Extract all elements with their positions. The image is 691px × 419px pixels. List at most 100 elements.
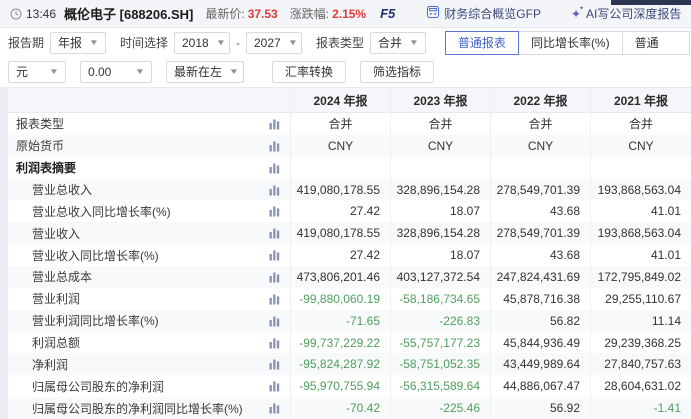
background-window-edge [611, 0, 691, 5]
cell-2023 [390, 157, 490, 179]
bar-chart-icon[interactable] [269, 228, 280, 239]
financial-table: 2024 年报 2023 年报 2022 年报 2021 年报 报表类型 合并 … [8, 87, 691, 419]
cell-2023: -58,186,734.65 [390, 288, 490, 310]
table-row: 归属母公司股东的净利润同比增长率(%) -70.42 -225.46 56.92… [8, 397, 691, 419]
unit-select[interactable]: 元▼ [8, 61, 66, 83]
cell-2021: 193,868,563.04 [590, 179, 691, 201]
row-label: 营业总收入 [32, 181, 92, 198]
ai-report-link[interactable]: ✦✦ AI写公司深度报告 [571, 5, 681, 22]
table-row: 净利润 -95,824,287.92 -58,751,052.35 43,449… [8, 353, 691, 375]
decimal-select[interactable]: 0.00▼ [80, 61, 152, 83]
cell-2022: 45,878,716.38 [490, 288, 590, 310]
view-yoy-growth-button[interactable]: 同比增长率(%) [518, 31, 623, 55]
bar-chart-icon[interactable] [269, 271, 280, 282]
top-bar: 13:46 概伦电子 [688206.SH] 最新价: 37.53 涨跌幅: 2… [0, 0, 691, 28]
range-separator: - [236, 36, 240, 50]
table-row: 报表类型 合并 合并 合并 合并 [8, 113, 691, 135]
financial-overview-label: 财务综合概览GFP [444, 5, 541, 22]
year-from-select[interactable]: 2018▼ [174, 32, 230, 54]
ai-report-label: AI写公司深度报告 [586, 5, 681, 22]
view-extra-button[interactable]: 普通 [622, 31, 690, 55]
view-normal-report-button[interactable]: 普通报表 [445, 31, 519, 55]
table-row: 营业总收入同比增长率(%) 27.42 18.07 43.68 41.01 [8, 200, 691, 222]
row-label: 营业总收入同比增长率(%) [32, 203, 171, 220]
cell-2022: 56.92 [490, 397, 590, 419]
cell-2022: 44,886,067.47 [490, 375, 590, 397]
bar-chart-icon[interactable] [269, 337, 280, 348]
cell-2022: 43,449,989.64 [490, 353, 590, 375]
cell-2022 [490, 157, 590, 179]
cell-2024: 473,806,201.46 [290, 266, 390, 288]
last-price-value: 37.53 [248, 7, 278, 21]
row-label: 营业利润同比增长率(%) [32, 312, 159, 329]
cell-2023: 18.07 [390, 200, 490, 222]
cell-2024: 27.42 [290, 244, 390, 266]
bar-chart-icon[interactable] [269, 293, 280, 304]
view-mode-button-group: 普通报表 同比增长率(%) 普通 [446, 31, 690, 55]
cell-2022: 56.82 [490, 310, 590, 332]
sparkle-icon: ✦✦ [571, 7, 581, 21]
table-row: 归属母公司股东的净利润 -95,970,755.94 -56,315,589.6… [8, 375, 691, 397]
bar-chart-icon[interactable] [269, 315, 280, 326]
fx-convert-button[interactable]: 汇率转换 [272, 61, 346, 83]
calculator-icon [427, 6, 439, 21]
bar-chart-icon[interactable] [269, 250, 280, 261]
column-header-2022[interactable]: 2022 年报 [490, 88, 590, 112]
bar-chart-icon[interactable] [269, 140, 280, 151]
cell-2022: 合并 [490, 113, 590, 135]
cell-2021: 11.14 [590, 310, 691, 332]
bar-chart-icon[interactable] [269, 206, 280, 217]
report-type-select[interactable]: 合并▼ [370, 32, 426, 54]
cell-2021: -1.41 [590, 397, 691, 419]
cell-2024: 419,080,178.55 [290, 179, 390, 201]
row-label: 营业总成本 [32, 268, 92, 285]
bar-chart-icon[interactable] [269, 403, 280, 414]
column-header-2021[interactable]: 2021 年报 [590, 88, 691, 112]
chevron-down-icon: ▼ [89, 38, 99, 47]
cell-2024 [290, 157, 390, 179]
cell-2023: 合并 [390, 113, 490, 135]
cell-2024: -99,880,060.19 [290, 288, 390, 310]
column-order-select[interactable]: 最新在左▼ [166, 61, 244, 83]
filter-indicators-button[interactable]: 筛选指标 [360, 61, 434, 83]
cell-2023: -56,315,589.64 [390, 375, 490, 397]
cell-2023: 403,127,372.54 [390, 266, 490, 288]
cell-2024: -95,824,287.92 [290, 353, 390, 375]
clock-icon [10, 8, 22, 20]
cell-2022: 45,844,936.49 [490, 332, 590, 354]
cell-2021: 27,840,757.63 [590, 353, 691, 375]
filter-row-secondary: 元▼ 0.00▼ 最新在左▼ 汇率转换 筛选指标 [0, 57, 691, 86]
cell-2023: 328,896,154.28 [390, 222, 490, 244]
cell-2024: 合并 [290, 113, 390, 135]
header-label-spacer [8, 88, 290, 112]
row-label: 利润总额 [32, 334, 80, 351]
table-row: 原始货币 CNY CNY CNY CNY [8, 135, 691, 157]
cell-2021: 合并 [590, 113, 691, 135]
cell-2022: 247,824,431.69 [490, 266, 590, 288]
row-label: 净利润 [32, 356, 68, 373]
bar-chart-icon[interactable] [269, 118, 280, 129]
report-period-select[interactable]: 年报▼ [50, 32, 106, 54]
bar-chart-icon[interactable] [269, 162, 280, 173]
cell-2024: -95,970,755.94 [290, 375, 390, 397]
year-to-select[interactable]: 2027▼ [246, 32, 302, 54]
column-header-2024[interactable]: 2024 年报 [290, 88, 390, 112]
cell-2022: 43.68 [490, 244, 590, 266]
cell-2022: 278,549,701.39 [490, 222, 590, 244]
cell-2022: 278,549,701.39 [490, 179, 590, 201]
chevron-down-icon: ▼ [287, 38, 297, 47]
filter-row-primary: 报告期 年报▼ 时间选择 2018▼ - 2027▼ 报表类型 合并▼ 普通报表… [0, 28, 691, 57]
bar-chart-icon[interactable] [269, 359, 280, 370]
financial-overview-link[interactable]: 财务综合概览GFP [427, 5, 541, 22]
bar-chart-icon[interactable] [269, 381, 280, 392]
bar-chart-icon[interactable] [269, 184, 280, 195]
cell-2023: -226.83 [390, 310, 490, 332]
cell-2024: CNY [290, 135, 390, 157]
cell-2024: -70.42 [290, 397, 390, 419]
column-header-2023[interactable]: 2023 年报 [390, 88, 490, 112]
table-row: 营业总成本 473,806,201.46 403,127,372.54 247,… [8, 266, 691, 288]
cell-2024: -71.65 [290, 310, 390, 332]
cell-2021: 172,795,849.02 [590, 266, 691, 288]
change-value: 2.15% [332, 7, 366, 21]
cell-2021 [590, 157, 691, 179]
